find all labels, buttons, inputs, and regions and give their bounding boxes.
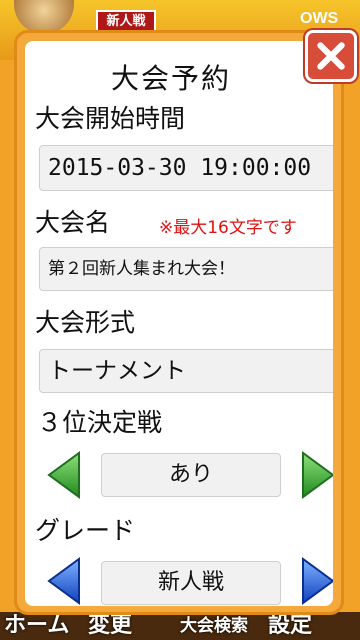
close-x-icon xyxy=(317,42,345,70)
nav-change[interactable]: 変更 xyxy=(88,612,132,640)
grade-next-button[interactable] xyxy=(301,557,333,605)
third-place-label: ３位決定戦 xyxy=(37,408,163,437)
arrow-right-icon xyxy=(302,557,333,605)
start-time-field[interactable]: 2015-03-30 19:00:00 xyxy=(39,145,333,191)
nav-settings[interactable]: 設定 xyxy=(268,612,312,640)
tournament-format-label: 大会形式 xyxy=(35,308,136,337)
background-tag-right: OWS xyxy=(300,10,339,27)
dialog-panel: 大会予約 大会開始時間 2015-03-30 19:00:00 大会名 ※最大1… xyxy=(25,41,333,606)
tournament-name-field[interactable]: 第２回新人集まれ大会！ xyxy=(39,247,333,291)
arrow-left-icon xyxy=(47,557,80,605)
grade-value: 新人戦 xyxy=(101,561,281,605)
grade-label: グレード xyxy=(35,516,136,545)
nav-tournament-search[interactable]: 大会検索 xyxy=(180,612,248,640)
arrow-left-icon xyxy=(47,451,80,499)
tournament-name-label: 大会名 xyxy=(35,208,111,237)
tournament-reservation-dialog: 大会予約 大会開始時間 2015-03-30 19:00:00 大会名 ※最大1… xyxy=(14,30,344,615)
third-place-prev-button[interactable] xyxy=(47,451,81,499)
third-place-next-button[interactable] xyxy=(301,451,333,499)
tournament-name-value: 第２回新人集まれ大会！ xyxy=(48,259,235,279)
start-time-value: 2015-03-30 19:00:00 xyxy=(48,155,312,181)
name-length-warning: ※最大16文字です xyxy=(159,218,297,238)
dialog-title: 大会予約 xyxy=(110,62,231,95)
nav-home[interactable]: ホーム xyxy=(4,612,69,640)
third-place-value: あり xyxy=(101,453,281,497)
tournament-format-value: トーナメント xyxy=(48,358,186,384)
close-button[interactable] xyxy=(305,30,357,82)
grade-prev-button[interactable] xyxy=(47,557,81,605)
arrow-right-icon xyxy=(302,451,333,499)
start-time-label: 大会開始時間 xyxy=(35,104,186,133)
tournament-format-field[interactable]: トーナメント xyxy=(39,349,333,393)
